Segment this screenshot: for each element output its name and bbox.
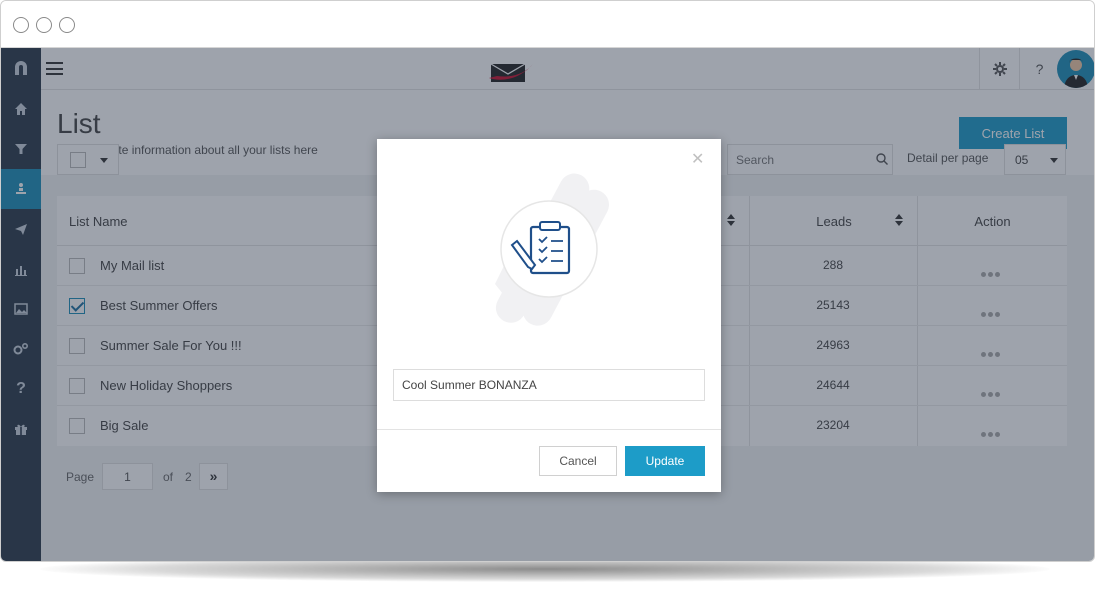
close-icon[interactable]: ✕: [691, 149, 704, 169]
list-name-input[interactable]: [393, 369, 705, 401]
window-maximize-control[interactable]: [59, 17, 75, 33]
window-minimize-control[interactable]: [36, 17, 52, 33]
rename-list-modal: ✕ Cancel Update: [377, 139, 721, 492]
clipboard-illustration-icon: [495, 173, 610, 326]
cancel-button[interactable]: Cancel: [539, 446, 617, 476]
title-bar: [1, 1, 1094, 48]
update-button[interactable]: Update: [625, 446, 705, 476]
window-close-control[interactable]: [13, 17, 29, 33]
browser-window: ? ? List Get complete information about …: [0, 0, 1095, 562]
modal-divider: [377, 429, 721, 430]
